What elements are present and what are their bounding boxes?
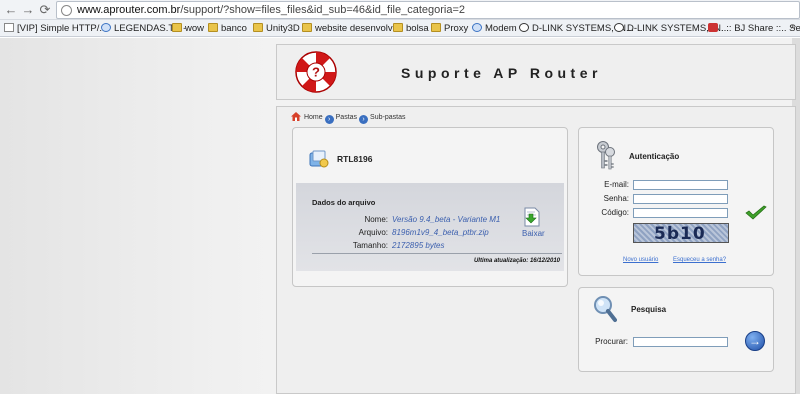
bookmark-bjshare[interactable]: ..:: BJ Share ::.. Semea... — [708, 22, 800, 35]
details-divider — [312, 253, 562, 254]
captcha-image: 5b10 — [633, 223, 729, 244]
search-panel: Pesquisa Procurar: → — [578, 287, 774, 372]
site-title: Suporte AP Router — [401, 65, 602, 81]
search-row: Procurar: — [579, 337, 729, 348]
new-user-link[interactable]: Novo usuário — [623, 257, 658, 263]
bookmark-proxy[interactable]: Proxy — [431, 22, 468, 35]
email-label: E-mail: — [604, 180, 629, 189]
reload-icon[interactable]: ⟳ — [37, 2, 53, 18]
folder-icon — [302, 23, 312, 32]
browser-toolbar: ← → ⟳ www.aprouter.com.br/support/?show=… — [0, 0, 800, 20]
email-row: E-mail: — [579, 180, 729, 191]
bookmarks-bar: [VIP] Simple HTTP/... LEGENDAS.TV - wow … — [0, 20, 800, 37]
detail-value-file: 8196m1v9_4_beta_ptbr.zip — [392, 228, 489, 237]
download-link[interactable]: Baixar — [522, 229, 545, 238]
bookmark-banco[interactable]: banco — [208, 22, 247, 35]
auth-panel: Autenticação E-mail: Senha: Código: 5b10… — [578, 127, 774, 276]
bookmark-wow[interactable]: wow — [172, 22, 204, 35]
address-bar[interactable]: www.aprouter.com.br/support/?show=files_… — [56, 1, 800, 19]
search-button[interactable]: → — [745, 331, 765, 351]
folder-icon — [172, 23, 182, 32]
detail-value-name: Versão 9.4_beta - Variante M1 — [392, 215, 501, 224]
detail-label-size: Tamanho: — [352, 241, 388, 250]
detail-label-file: Arquivo: — [358, 228, 388, 237]
bookmark-bolsa[interactable]: bolsa — [393, 22, 429, 35]
details-title: Dados do arquivo — [312, 198, 376, 207]
login-check-icon[interactable] — [745, 205, 767, 221]
dlink-icon — [519, 23, 529, 32]
doc-icon — [4, 23, 14, 32]
back-icon[interactable]: ← — [3, 2, 19, 18]
bjshare-icon — [708, 23, 718, 32]
svg-text:?: ? — [312, 65, 320, 80]
code-row: Código: — [579, 208, 729, 219]
last-updated: Ultima atualização: 16/12/2010 — [473, 258, 560, 264]
folder-icon — [431, 23, 441, 32]
email-field[interactable] — [633, 180, 728, 190]
search-title: Pesquisa — [631, 305, 667, 314]
arrow-right-icon: › — [324, 115, 334, 124]
search-input[interactable] — [633, 337, 728, 347]
password-field[interactable] — [633, 194, 728, 204]
forgot-password-link[interactable]: Esqueceu a senha? — [673, 257, 726, 263]
file-details: Dados do arquivo Nome: Versão 9.4_beta -… — [296, 183, 564, 271]
lifebuoy-icon: ? — [295, 51, 337, 93]
file-panel: RTL8196 Dados do arquivo Nome: Versão 9.… — [292, 127, 568, 287]
forward-icon[interactable]: → — [20, 2, 36, 18]
bookmark-unity3d[interactable]: Unity3D — [253, 22, 300, 35]
captcha-text: 5b10 — [654, 224, 706, 244]
folder-icon — [393, 23, 403, 32]
folder-file-icon — [309, 150, 329, 168]
url-text[interactable]: www.aprouter.com.br/support/?show=files_… — [77, 4, 465, 16]
folder-icon — [253, 23, 263, 32]
globe-icon — [101, 23, 111, 32]
password-row: Senha: — [579, 194, 729, 205]
bookmark-vip[interactable]: [VIP] Simple HTTP/... — [4, 22, 107, 35]
keys-icon — [597, 141, 615, 170]
main-content: Home › Pastas › Sub-pastas RTL8196 Dados do … — [276, 106, 796, 394]
code-field[interactable] — [633, 208, 728, 218]
file-name: RTL8196 — [337, 154, 373, 164]
arrow-right-icon: › — [359, 115, 369, 124]
search-label: Procurar: — [595, 337, 628, 346]
home-icon — [291, 112, 301, 121]
bookmark-modem[interactable]: Modem — [472, 22, 517, 35]
page-background: ? Suporte AP Router Home › Pastas › Sub-past… — [0, 38, 800, 394]
detail-value-size: 2172895 bytes — [392, 241, 445, 250]
magnifier-icon — [594, 296, 617, 322]
breadcrumb-subfolders[interactable]: Sub-pastas — [370, 114, 405, 121]
page-globe-icon — [61, 5, 72, 16]
breadcrumb-home[interactable]: Home — [304, 114, 323, 121]
site-header: ? Suporte AP Router — [276, 44, 796, 100]
breadcrumb-folders[interactable]: Pastas — [336, 114, 357, 121]
dlink-icon — [614, 23, 624, 32]
breadcrumb: Home › Pastas › Sub-pastas — [291, 112, 406, 124]
bookmark-website[interactable]: website desenvolvi... — [302, 22, 403, 35]
download-icon[interactable] — [523, 207, 541, 227]
code-label: Código: — [601, 208, 629, 217]
password-label: Senha: — [603, 194, 629, 203]
bookmarks-more-button[interactable]: » — [790, 21, 796, 32]
folder-icon — [208, 23, 218, 32]
auth-title: Autenticação — [629, 152, 680, 161]
detail-label-name: Nome: — [364, 215, 388, 224]
globe-icon — [472, 23, 482, 32]
